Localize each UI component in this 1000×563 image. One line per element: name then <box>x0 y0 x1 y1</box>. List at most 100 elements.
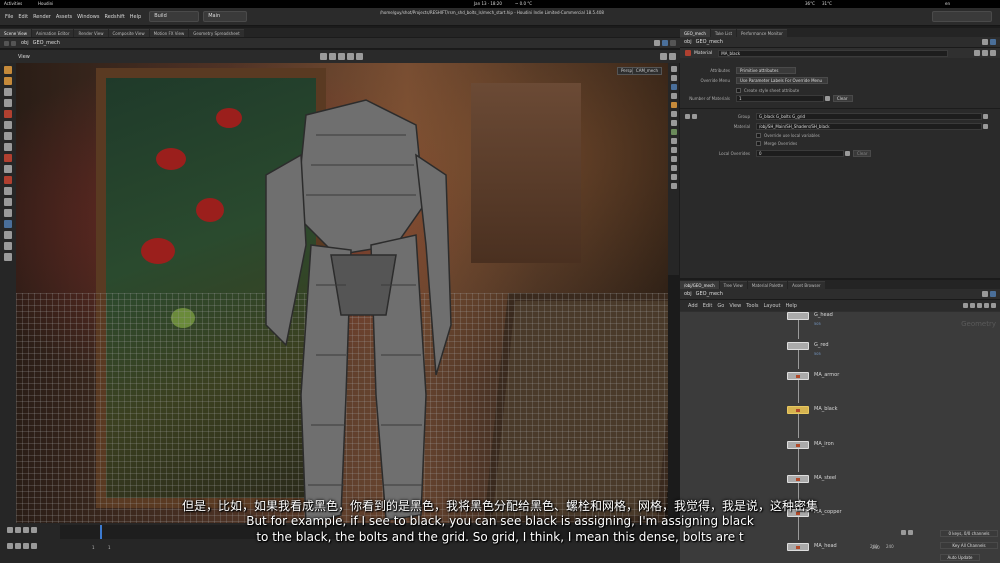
display-home-icon[interactable] <box>670 183 677 189</box>
tab-motion-fx-view[interactable]: Motion FX View <box>149 28 189 37</box>
tab-take-list[interactable]: Take List <box>710 28 737 37</box>
clock[interactable]: Jan 13 · 18:20 <box>474 1 502 6</box>
menu-windows[interactable]: Windows <box>77 14 99 20</box>
param-pin-icon[interactable] <box>982 39 988 45</box>
right-mode-selector[interactable] <box>932 11 992 22</box>
link-icon[interactable] <box>662 40 668 46</box>
clear-overrides-button[interactable]: Clear <box>853 149 871 157</box>
display-safe-icon[interactable] <box>670 147 677 153</box>
scale-handle-icon[interactable] <box>4 242 12 250</box>
tab-tree-view[interactable]: Tree View <box>719 280 747 289</box>
network-path-root[interactable]: obj <box>684 291 692 297</box>
display-grid-icon[interactable] <box>670 129 677 135</box>
network-link-icon[interactable] <box>990 291 996 297</box>
merge-overrides-checkbox[interactable] <box>756 141 761 146</box>
menu-assets[interactable]: Assets <box>56 14 72 20</box>
shelf-mode-selector[interactable]: Main <box>203 11 248 22</box>
net-menu-view[interactable]: View <box>729 303 741 309</box>
menu-render[interactable]: Render <box>33 14 51 20</box>
show-handles-icon[interactable] <box>4 231 12 239</box>
snap-grid-icon[interactable] <box>4 132 12 140</box>
attributes-menu[interactable]: Primitive attributes <box>736 66 796 74</box>
param-path-node[interactable]: GEO_mech <box>696 39 723 45</box>
net-menu-add[interactable]: Add <box>688 303 698 309</box>
node-ma-head[interactable] <box>787 543 809 551</box>
num-materials-field[interactable]: 1 <box>736 94 824 102</box>
move-tool-icon[interactable] <box>4 77 12 85</box>
net-tool-2-icon[interactable] <box>970 303 975 308</box>
node-g-red[interactable] <box>787 342 809 350</box>
tab-animation-editor[interactable]: Animation Editor <box>31 28 74 37</box>
tab-render-view[interactable]: Render View <box>74 28 108 37</box>
tab-network-geo-mech[interactable]: /obj/GEO_mech <box>680 280 719 289</box>
node-g-head[interactable] <box>787 312 809 320</box>
net-menu-tools[interactable]: Tools <box>746 303 758 309</box>
menu-file[interactable]: File <box>5 14 13 20</box>
tool-snap-icon[interactable] <box>346 53 354 60</box>
param-link-icon[interactable] <box>990 39 996 45</box>
start-frame[interactable]: 1 <box>92 545 95 550</box>
display-ortho-icon[interactable] <box>670 174 677 180</box>
tab-material-palette[interactable]: Material Palette <box>747 280 788 289</box>
stepper-icon[interactable] <box>825 95 830 101</box>
node-ma-armor[interactable] <box>787 372 809 380</box>
pose-tool-icon[interactable] <box>4 88 12 96</box>
group-select-icon[interactable] <box>983 113 988 119</box>
record-icon[interactable] <box>4 154 12 162</box>
display-points-icon[interactable] <box>670 84 677 90</box>
info-icon[interactable] <box>990 50 996 56</box>
tab-performance-monitor[interactable]: Performance Monitor <box>737 28 787 37</box>
auto-update-button[interactable]: Auto Update <box>940 554 980 561</box>
net-tool-5-icon[interactable] <box>991 303 996 308</box>
display-normals-icon[interactable] <box>670 93 677 99</box>
net-menu-go[interactable]: Go <box>717 303 724 309</box>
tab-scene-view[interactable]: Scene View <box>0 28 31 37</box>
end-frame-field[interactable]: 240 <box>870 544 878 549</box>
pane-menu-icon[interactable] <box>670 40 676 46</box>
tab-geo-mech[interactable]: GEO_mech <box>680 28 710 37</box>
magnet-icon[interactable] <box>4 176 12 184</box>
display-vis-icon[interactable] <box>670 156 677 162</box>
tab-composite-view[interactable]: Composite View <box>108 28 149 37</box>
override-local-checkbox[interactable] <box>756 133 761 138</box>
gear-icon[interactable] <box>974 50 980 56</box>
net-menu-edit[interactable]: Edit <box>703 303 713 309</box>
material-chooser-icon[interactable] <box>983 123 988 129</box>
node-ma-black[interactable] <box>787 406 809 414</box>
desktop-selector[interactable]: Build <box>149 11 200 22</box>
app-menu[interactable]: Houdini <box>38 1 53 6</box>
tool-scale-icon[interactable] <box>337 53 345 60</box>
display-shading-icon[interactable] <box>670 66 677 72</box>
path-root[interactable]: obj <box>21 40 29 46</box>
camera-menu[interactable]: CAM_mech <box>631 67 662 75</box>
network-pin-icon[interactable] <box>982 291 988 297</box>
net-tool-1-icon[interactable] <box>963 303 968 308</box>
create-style-checkbox[interactable] <box>736 87 741 93</box>
tool-rotate-icon[interactable] <box>328 53 336 60</box>
display-bg-icon[interactable] <box>670 138 677 144</box>
menu-edit[interactable]: Edit <box>18 14 28 20</box>
start-frame-2[interactable]: 1 <box>108 545 111 550</box>
help-icon[interactable] <box>982 50 988 56</box>
network-path-node[interactable]: GEO_mech <box>696 291 723 297</box>
language-indicator[interactable]: en <box>945 1 950 6</box>
net-tool-3-icon[interactable] <box>977 303 982 308</box>
viewport-label[interactable]: View <box>18 54 30 60</box>
forward-arrow-icon[interactable] <box>11 40 16 46</box>
material-path-field[interactable]: /obj/SH_Main/SH_Shaders/SH_black <box>756 122 982 130</box>
menu-help[interactable]: Help <box>130 14 141 20</box>
mech-robot-model[interactable] <box>246 95 466 523</box>
secure-selection-icon[interactable] <box>4 220 12 228</box>
lasso-icon[interactable] <box>4 198 12 206</box>
rotate-handle-icon[interactable] <box>4 253 12 261</box>
display-wire-icon[interactable] <box>670 75 677 81</box>
snap-prim-icon[interactable] <box>4 143 12 151</box>
view-tool-icon[interactable] <box>4 121 12 129</box>
handle-tool-icon[interactable] <box>4 99 12 107</box>
display-xray-icon[interactable] <box>670 165 677 171</box>
node-ma-steel[interactable] <box>787 475 809 483</box>
path-node[interactable]: GEO_mech <box>33 40 60 46</box>
net-tool-4-icon[interactable] <box>984 303 989 308</box>
back-arrow-icon[interactable] <box>4 40 9 46</box>
paint-select-icon[interactable] <box>4 209 12 217</box>
